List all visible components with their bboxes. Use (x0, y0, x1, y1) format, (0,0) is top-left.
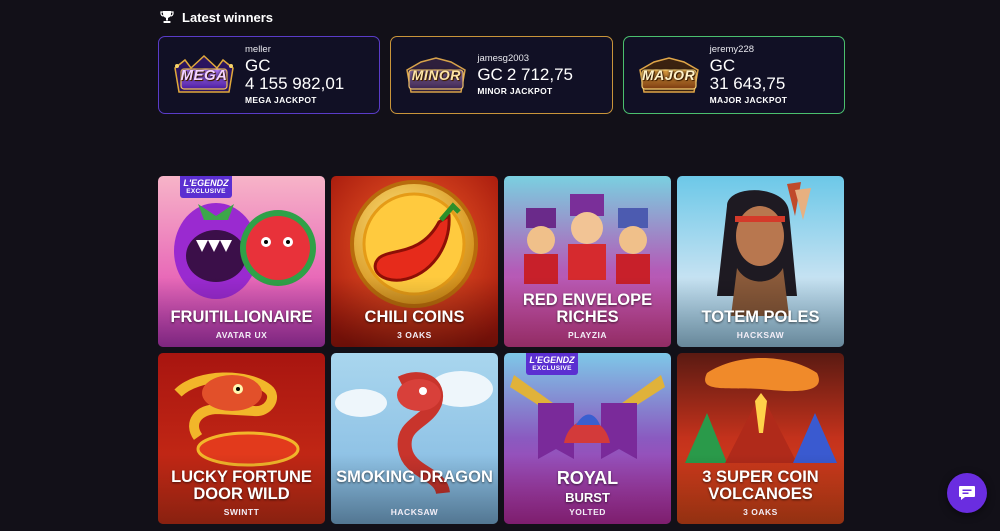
game-provider: 3 OAKS (397, 330, 432, 340)
game-tile-lucky-fortune-door-wild[interactable]: LUCKY FORTUNE DOOR WILD SWINTT (158, 353, 325, 524)
winner-username: jeremy228 (709, 44, 755, 56)
game-provider: HACKSAW (390, 507, 439, 517)
jackpot-label: MEGA JACKPOT (245, 94, 317, 105)
game-title-line2: BURST (565, 490, 610, 505)
game-tile-chili-coins[interactable]: CHILI COINS 3 OAKS (331, 176, 498, 347)
winner-card-minor[interactable]: MINOR jamesg2003 GC 2 712,75 MINOR JACKP… (390, 36, 613, 114)
exclusive-badge: L'EGENDZ EXCLUSIVE (180, 176, 232, 198)
game-tile-royal-burst[interactable]: L'EGENDZ EXCLUSIVE ROYAL BURST YOLTED (504, 353, 671, 524)
game-title: TOTEM POLES (701, 308, 820, 326)
game-provider: AVATAR UX (215, 330, 268, 340)
latest-winners-heading: Latest winners (160, 8, 273, 26)
exclusive-badge: L'EGENDZ EXCLUSIVE (526, 353, 578, 375)
jackpot-label: MINOR JACKPOT (477, 85, 553, 96)
latest-winners-title: Latest winners (182, 9, 274, 25)
game-provider: PLAYZIA (567, 330, 608, 340)
game-tile-red-envelope-riches[interactable]: RED ENVELOPE RICHES PLAYZIA (504, 176, 671, 347)
winner-card-major[interactable]: MAJOR jeremy228 GC 31 643,75 MAJOR JACKP… (622, 36, 845, 114)
winner-amount: 2 712,75 (506, 65, 574, 85)
winner-currency: GC (709, 56, 736, 76)
mega-jackpot-badge: MEGA (171, 52, 237, 98)
game-provider: HACKSAW (736, 330, 785, 340)
winner-currency: GC (477, 65, 503, 85)
game-provider: YOLTED (569, 507, 606, 517)
trophy-icon (160, 11, 174, 23)
game-title: CHILI COINS (364, 308, 465, 326)
winner-cards: MEGA meller GC 4 155 982,01 MEGA JACKPOT… (158, 36, 845, 116)
winner-amount: 4 155 982,01 (245, 74, 345, 94)
game-title: 3 SUPER COIN VOLCANOES (702, 468, 819, 503)
game-title: RED ENVELOPE RICHES (522, 291, 653, 326)
chat-icon (959, 486, 975, 500)
game-provider: 3 OAKS (743, 507, 778, 517)
game-title: ROYAL (556, 468, 619, 488)
game-title: FRUITILLIONAIRE (170, 308, 313, 326)
winner-card-mega[interactable]: MEGA meller GC 4 155 982,01 MEGA JACKPOT (158, 36, 381, 114)
game-tile-fruitillionaire[interactable]: L'EGENDZ EXCLUSIVE FRUITILLIONAIRE AVATA… (158, 176, 325, 347)
winner-username: meller (245, 44, 271, 56)
winner-currency: GC (245, 56, 271, 76)
game-provider: SWINTT (223, 507, 260, 517)
game-tile-3-super-coin-volcanoes[interactable]: 3 SUPER COIN VOLCANOES 3 OAKS (677, 353, 844, 524)
game-tile-smoking-dragon[interactable]: SMOKING DRAGON HACKSAW (331, 353, 498, 524)
game-tile-totem-poles[interactable]: TOTEM POLES HACKSAW (677, 176, 844, 347)
chat-button[interactable] (947, 473, 987, 513)
major-jackpot-badge: MAJOR (636, 52, 702, 98)
jackpot-label: MAJOR JACKPOT (709, 94, 788, 105)
game-title: LUCKY FORTUNE DOOR WILD (171, 468, 312, 503)
games-grid: L'EGENDZ EXCLUSIVE FRUITILLIONAIRE AVATA… (158, 176, 846, 524)
minor-jackpot-badge: MINOR (403, 52, 469, 98)
winner-amount: 31 643,75 (709, 74, 786, 94)
winner-username: jamesg2003 (477, 53, 530, 65)
game-title: SMOKING DRAGON (336, 468, 493, 486)
